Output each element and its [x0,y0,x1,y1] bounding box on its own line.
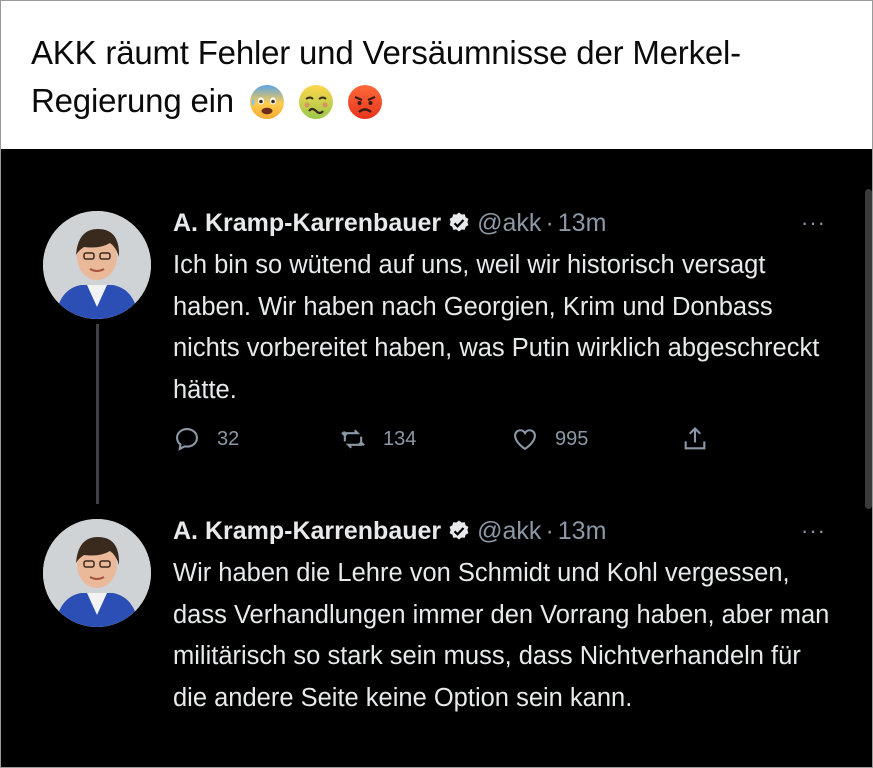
tweet-actions: 32 134 995 [173,419,733,459]
retweet-button[interactable]: 134 [339,419,416,459]
avatar[interactable] [43,211,151,319]
separator-dot: · [545,209,554,237]
separator-dot: · [545,517,554,545]
reply-count: 32 [217,427,240,450]
like-button[interactable]: 995 [511,419,588,459]
nauseated-face-icon [298,85,333,120]
more-options-icon[interactable]: ··· [801,511,826,551]
tweet-text: Ich bin so wütend auf uns, weil wir hist… [173,251,820,404]
share-button[interactable] [681,419,725,459]
verified-badge-icon [449,212,469,232]
retweet-icon [341,429,365,449]
heart-icon [514,429,536,451]
pouting-face-icon [347,85,382,120]
share-icon [684,427,706,450]
avatar[interactable] [43,519,151,627]
tweet-header: A. Kramp-Karrenbauer @akk · 13m [173,511,606,551]
verified-badge-icon [449,520,469,540]
more-options-icon[interactable]: ··· [801,203,826,243]
post-caption-area: AKK räumt Fehler und Versäumnisse der Me… [1,1,872,149]
tweet-thread-screenshot: A. Kramp-Karrenbauer @akk · 13m ··· Ich bin… [1,149,872,767]
scrollbar[interactable] [865,189,872,509]
author-name[interactable]: A. Kramp-Karrenbauer [173,517,441,545]
like-count: 995 [555,427,589,450]
post-frame: AKK räumt Fehler und Versäumnisse der Me… [0,0,873,768]
retweet-count: 134 [383,427,417,450]
tweet-1[interactable]: A. Kramp-Karrenbauer @akk · 13m ··· Ich bin… [1,203,861,483]
profile-photo-icon [43,519,151,627]
emoji-row [249,79,387,127]
reply-icon [176,428,198,451]
anxious-face-with-sweat-icon [249,85,284,120]
tweet-header: A. Kramp-Karrenbauer @akk · 13m [173,203,606,243]
author-handle[interactable]: @akk [477,209,541,237]
reply-button[interactable]: 32 [173,419,239,459]
author-name[interactable]: A. Kramp-Karrenbauer [173,209,441,237]
tweet-2[interactable]: A. Kramp-Karrenbauer @akk · 13m ··· Wir hab… [1,511,861,767]
tweet-text: Wir haben die Lehre von Schmidt und Kohl… [173,559,830,712]
author-handle[interactable]: @akk [477,517,541,545]
profile-photo-icon [43,211,151,319]
post-caption: AKK räumt Fehler und Versäumnisse der Me… [31,29,851,127]
tweet-time[interactable]: 13m [558,209,607,237]
tweet-time[interactable]: 13m [558,517,607,545]
